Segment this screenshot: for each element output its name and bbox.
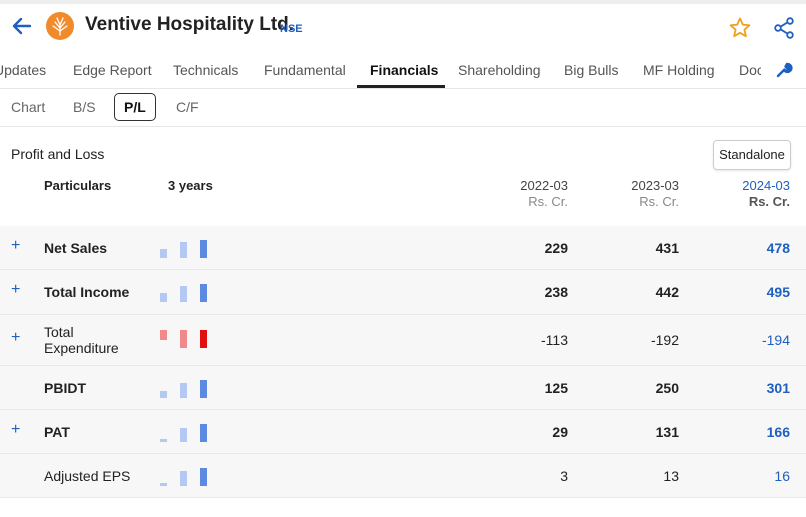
table-row: Adjusted EPS 3 13 16 bbox=[0, 454, 806, 498]
tab-financials[interactable]: Financials bbox=[370, 62, 438, 78]
tab-shareholding[interactable]: Shareholding bbox=[458, 62, 541, 78]
statement-tabs: Chart B/S P/L C/F bbox=[0, 90, 806, 127]
trend-sparkbars bbox=[156, 462, 212, 486]
cell-value: -194 bbox=[761, 332, 790, 348]
tab-big-bulls[interactable]: Big Bulls bbox=[564, 62, 618, 78]
subtab-chart[interactable]: Chart bbox=[11, 99, 45, 115]
trend-bar bbox=[200, 423, 207, 442]
trend-bar bbox=[160, 390, 167, 398]
standalone-toggle[interactable]: Standalone bbox=[713, 140, 791, 170]
trend-bar bbox=[200, 467, 207, 486]
cell-value: 125 bbox=[544, 379, 568, 396]
trend-bar bbox=[180, 382, 187, 398]
subtab-profit-loss[interactable]: P/L bbox=[114, 93, 156, 121]
trend-bar bbox=[160, 482, 167, 486]
cell-value: 495 bbox=[766, 284, 790, 300]
tab-technicals[interactable]: Technicals bbox=[173, 62, 238, 78]
cell-value: 250 bbox=[655, 379, 679, 396]
row-label: PBIDT bbox=[44, 379, 86, 396]
cell-value: 131 bbox=[655, 423, 679, 440]
column-header-trend: 3 years bbox=[168, 178, 213, 193]
period-unit: Rs. Cr. bbox=[528, 194, 568, 209]
wrench-icon[interactable] bbox=[775, 61, 793, 79]
cell-value: 478 bbox=[766, 239, 790, 256]
period-year: 2023-03 bbox=[631, 178, 679, 193]
column-header-period-1: 2022-03 Rs. Cr. bbox=[478, 178, 568, 210]
cell-value: 238 bbox=[544, 284, 568, 300]
trend-bar bbox=[200, 239, 207, 258]
subtab-balance-sheet[interactable]: B/S bbox=[73, 99, 96, 115]
trend-sparkbars bbox=[156, 278, 212, 302]
cell-value: 166 bbox=[766, 423, 790, 440]
trend-bar bbox=[180, 330, 187, 348]
cell-value: 442 bbox=[655, 284, 679, 300]
trend-sparkbars bbox=[156, 234, 212, 258]
trend-sparkbars bbox=[156, 418, 212, 442]
row-label: Total Expenditure bbox=[44, 324, 119, 356]
table-row[interactable]: + PAT 29 131 166 bbox=[0, 410, 806, 454]
share-icon[interactable] bbox=[772, 16, 796, 40]
trend-bar bbox=[160, 330, 167, 340]
table-row: PBIDT 125 250 301 bbox=[0, 366, 806, 410]
tab-documents[interactable]: Doc bbox=[739, 62, 761, 78]
row-label: Net Sales bbox=[44, 239, 108, 256]
row-label: Adjusted EPS bbox=[44, 467, 131, 484]
table-row[interactable]: + Net Sales 229 431 478 bbox=[0, 226, 806, 270]
table-row[interactable]: + Total Income 238 442 495 bbox=[0, 270, 806, 315]
main-tabs: Updates Edge Report Technicals Fundament… bbox=[0, 52, 806, 89]
trend-sparkbars bbox=[156, 374, 212, 398]
tab-updates[interactable]: Updates bbox=[0, 62, 46, 78]
trend-bar bbox=[160, 293, 167, 302]
section-title: Profit and Loss bbox=[11, 146, 105, 162]
row-label: Total Income bbox=[44, 284, 130, 300]
cell-value: 431 bbox=[655, 239, 679, 256]
company-name: Ventive Hospitality Ltd. bbox=[85, 14, 295, 35]
trend-bar bbox=[200, 330, 207, 348]
column-header-period-3: 2024-03 Rs. Cr. bbox=[700, 178, 790, 210]
trend-bar bbox=[160, 248, 167, 258]
trend-bar bbox=[180, 286, 187, 302]
period-unit: Rs. Cr. bbox=[639, 194, 679, 209]
cell-value: 16 bbox=[774, 467, 790, 484]
expand-plus-icon[interactable]: + bbox=[11, 237, 20, 255]
cell-value: 13 bbox=[663, 467, 679, 484]
period-year: 2024-03 bbox=[742, 178, 790, 193]
expand-plus-icon[interactable]: + bbox=[11, 329, 20, 347]
period-year: 2022-03 bbox=[520, 178, 568, 193]
back-arrow-icon[interactable] bbox=[8, 12, 36, 40]
row-label: PAT bbox=[44, 423, 70, 440]
cell-value: -192 bbox=[650, 332, 679, 348]
tab-edge-report[interactable]: Edge Report bbox=[73, 62, 152, 78]
trend-bar bbox=[180, 427, 187, 442]
expand-plus-icon[interactable]: + bbox=[11, 421, 20, 439]
trend-bar bbox=[200, 284, 207, 302]
expand-plus-icon[interactable]: + bbox=[11, 281, 20, 299]
trend-bar bbox=[180, 470, 187, 486]
trend-bar bbox=[160, 438, 167, 442]
period-unit: Rs. Cr. bbox=[748, 194, 790, 209]
app-header: Ventive Hospitality Ltd. NSE bbox=[0, 4, 806, 50]
trend-sparkbars bbox=[156, 326, 212, 350]
column-header-particulars: Particulars bbox=[44, 178, 112, 193]
tab-mf-holding[interactable]: MF Holding bbox=[643, 62, 715, 78]
cell-value: -113 bbox=[541, 332, 568, 348]
active-tab-indicator bbox=[357, 85, 445, 88]
trend-bar bbox=[180, 241, 187, 258]
cell-value: 301 bbox=[766, 379, 790, 396]
table-row[interactable]: + Total Expenditure -113 -192 -194 bbox=[0, 315, 806, 366]
company-logo bbox=[46, 12, 74, 40]
cell-value: 3 bbox=[560, 467, 568, 484]
star-icon[interactable] bbox=[728, 16, 752, 40]
cell-value: 229 bbox=[544, 239, 568, 256]
tab-fundamental[interactable]: Fundamental bbox=[264, 62, 346, 78]
trend-bar bbox=[200, 379, 207, 398]
column-header-period-2: 2023-03 Rs. Cr. bbox=[589, 178, 679, 210]
exchange-badge: NSE bbox=[280, 23, 303, 35]
cell-value: 29 bbox=[552, 423, 568, 440]
subtab-cash-flow[interactable]: C/F bbox=[176, 99, 199, 115]
